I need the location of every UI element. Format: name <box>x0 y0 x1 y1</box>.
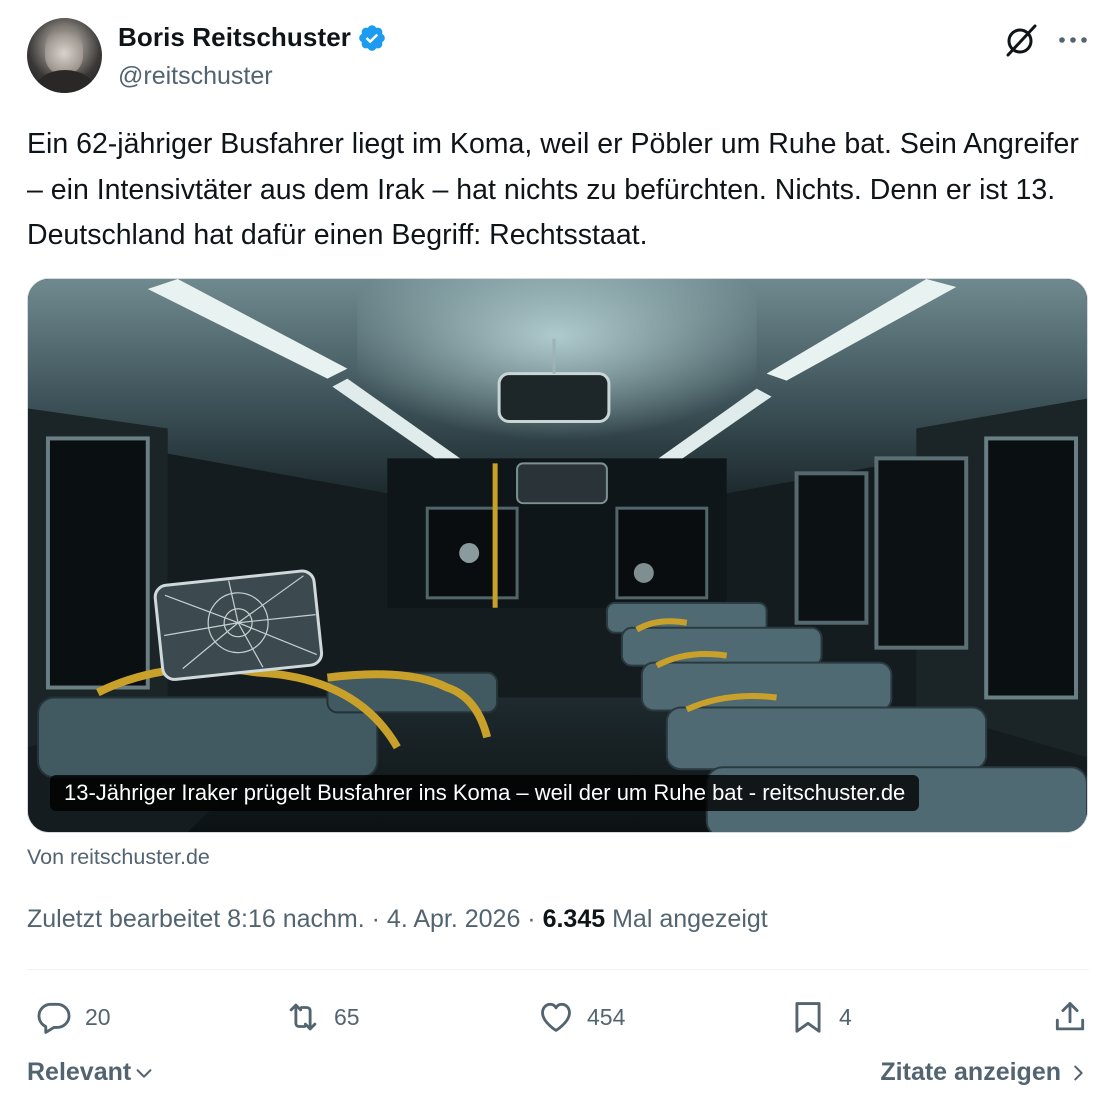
author-display-name[interactable]: Boris Reitschuster <box>118 22 351 53</box>
repost-icon <box>289 1003 317 1031</box>
bookmark-button[interactable]: 4 <box>789 992 852 1042</box>
bus-interior-image <box>28 279 1087 832</box>
share-icon <box>1055 1002 1085 1031</box>
author-handle[interactable]: @reitschuster <box>118 62 273 91</box>
author-name-row: Boris Reitschuster <box>118 22 387 53</box>
avatar[interactable] <box>27 18 102 93</box>
reply-count: 20 <box>85 1003 111 1030</box>
bookmark-icon <box>795 1002 821 1033</box>
chevron-right-icon <box>1074 1065 1083 1080</box>
quotes-label: Zitate anzeigen <box>880 1058 1061 1086</box>
views-label: Mal angezeigt <box>605 905 768 933</box>
tweet-header: Boris Reitschuster @reitschuster <box>27 18 1089 96</box>
share-button[interactable] <box>1051 992 1089 1042</box>
more-icon[interactable] <box>1057 30 1089 50</box>
repost-count: 65 <box>334 1003 360 1030</box>
reply-footer: Relevant Zitate anzeigen <box>27 1058 1089 1094</box>
link-card-caption[interactable]: 13-Jähriger Iraker prügelt Busfahrer ins… <box>50 775 920 811</box>
verified-badge-icon <box>359 24 385 51</box>
like-count: 454 <box>587 1003 626 1030</box>
sort-label: Relevant <box>27 1058 132 1086</box>
chevron-down-icon <box>136 1068 152 1078</box>
reply-button[interactable]: 20 <box>35 992 111 1042</box>
view-quotes-link[interactable]: Zitate anzeigen <box>880 1058 1089 1087</box>
reply-icon <box>37 1002 71 1034</box>
edited-timestamp[interactable]: Zuletzt bearbeitet 8:16 nachm. · 4. Apr.… <box>27 905 543 933</box>
repost-button[interactable]: 65 <box>284 992 360 1042</box>
heart-icon <box>541 1002 571 1032</box>
grok-icon[interactable] <box>1003 22 1039 58</box>
action-bar: 20 65 454 4 <box>27 992 1089 1042</box>
link-card-image[interactable]: 13-Jähriger Iraker prügelt Busfahrer ins… <box>27 278 1088 833</box>
link-card-source[interactable]: Von reitschuster.de <box>27 845 210 870</box>
bookmark-count: 4 <box>839 1003 852 1030</box>
sort-dropdown[interactable]: Relevant <box>27 1058 155 1087</box>
like-button[interactable]: 454 <box>537 992 625 1042</box>
divider <box>27 969 1089 970</box>
tweet-text: Ein 62-jähriger Busfahrer liegt im Koma,… <box>27 128 1079 251</box>
views-count: 6.345 <box>542 905 606 933</box>
tweet-meta: Zuletzt bearbeitet 8:16 nachm. · 4. Apr.… <box>27 905 768 934</box>
